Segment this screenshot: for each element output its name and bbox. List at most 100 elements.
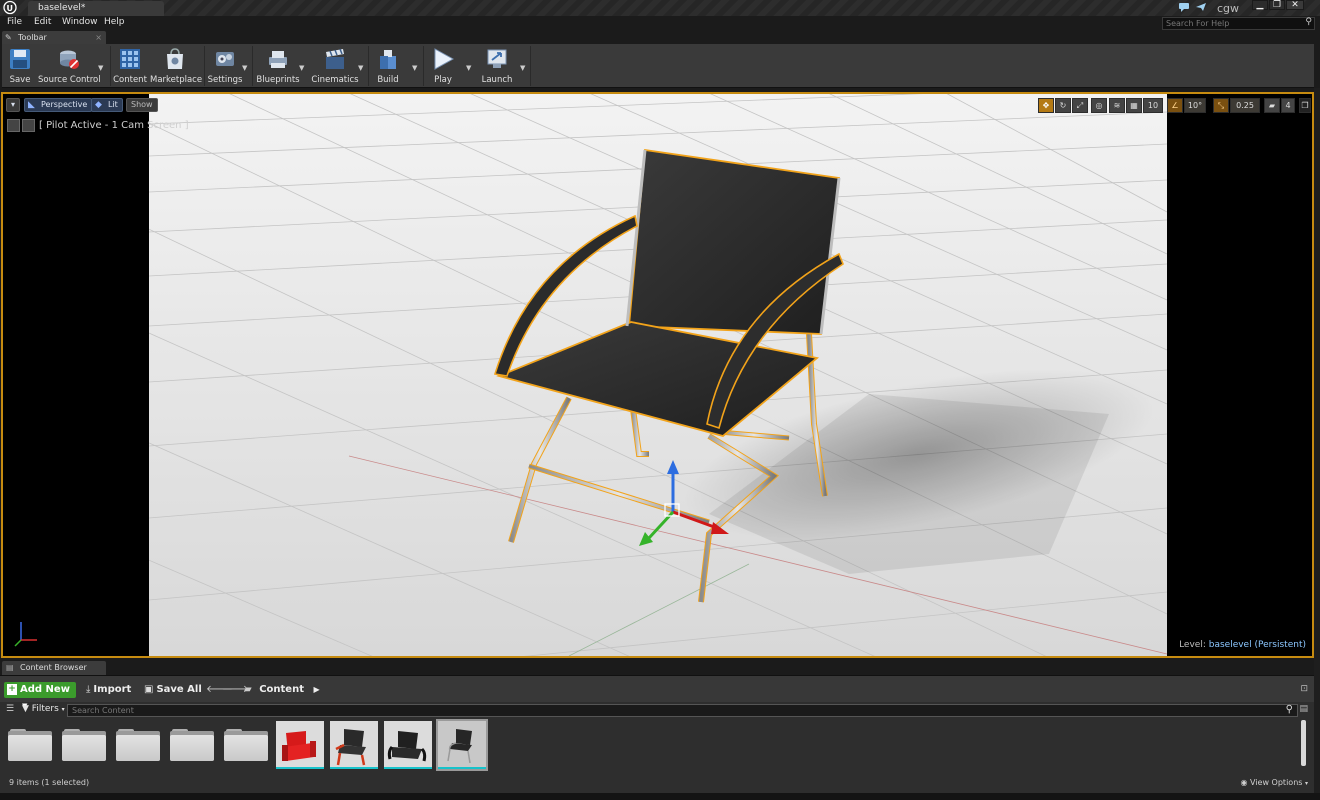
black-chair-red-frame-thumbnail[interactable] xyxy=(330,721,378,769)
path-chevron-icon: ▶ xyxy=(313,685,320,694)
eject-icon[interactable] xyxy=(7,119,20,132)
content-button[interactable]: Content xyxy=(113,44,147,88)
svg-text:U: U xyxy=(7,4,14,13)
folder-open-icon: ▰ xyxy=(244,684,252,695)
import-icon: ⤓ xyxy=(86,684,91,695)
view-options-button[interactable]: ◉ View Options ▾ xyxy=(1241,778,1309,787)
settings-button[interactable]: Settings xyxy=(206,44,244,88)
folder-item[interactable] xyxy=(62,729,106,761)
save-search-icon[interactable]: ▤ xyxy=(1299,704,1308,714)
launch-dropdown-icon[interactable]: ▼ xyxy=(520,64,528,72)
content-browser-tab[interactable]: ▤ Content Browser xyxy=(2,661,106,675)
lock-icon[interactable]: ⊡ xyxy=(1300,684,1308,694)
toolbar-tab-label: Toolbar xyxy=(18,33,47,42)
chat-icon[interactable] xyxy=(1178,2,1190,12)
menu-file[interactable]: File xyxy=(7,17,22,27)
red-chair-thumbnail[interactable] xyxy=(276,721,324,769)
help-search-input[interactable]: Search For Help ⚲ xyxy=(1162,17,1315,30)
save-icon xyxy=(10,49,30,69)
viewport-options-button[interactable]: ▾ xyxy=(6,98,20,112)
source-control-dropdown-icon[interactable]: ▼ xyxy=(98,64,106,72)
cinematics-dropdown-icon[interactable]: ▼ xyxy=(358,64,366,72)
cinematics-button[interactable]: Cinematics xyxy=(310,44,360,88)
document-tab[interactable]: baselevel* xyxy=(28,1,164,16)
minimize-button[interactable]: ▁ xyxy=(1252,0,1268,10)
build-dropdown-icon[interactable]: ▼ xyxy=(412,64,420,72)
feedback-icon[interactable] xyxy=(1195,2,1207,12)
search-icon: ⚲ xyxy=(1305,17,1312,27)
scale-snap-icon[interactable]: ⤡ xyxy=(1213,98,1229,113)
level-prefix: Level: xyxy=(1179,640,1206,650)
play-button[interactable]: Play xyxy=(426,44,460,88)
content-label: Content xyxy=(113,75,147,85)
world-space-icon[interactable]: ◎ xyxy=(1091,98,1107,113)
translate-tool-icon[interactable]: ✥ xyxy=(1038,98,1054,113)
build-button[interactable]: Build xyxy=(371,44,405,88)
tab-close-icon[interactable]: × xyxy=(95,31,102,44)
blueprints-label: Blueprints xyxy=(256,75,300,85)
bottom-status-strip xyxy=(0,793,1320,800)
forward-button[interactable]: 🡒 xyxy=(222,682,249,698)
folder-item[interactable] xyxy=(8,729,52,761)
camera-speed-value[interactable]: 4 xyxy=(1281,98,1295,113)
show-button[interactable]: Show xyxy=(126,98,158,112)
rotation-snap-value[interactable]: 10° xyxy=(1184,98,1206,113)
surface-snap-icon[interactable]: ≋ xyxy=(1109,98,1125,113)
build-icon xyxy=(380,50,396,69)
toolbar-tab[interactable]: ✎ Toolbar × xyxy=(2,31,106,44)
sources-panel-icon[interactable]: ☰ xyxy=(6,704,14,714)
lit-mode-button[interactable]: ◆ Lit xyxy=(91,98,123,112)
marketplace-button[interactable]: Marketplace xyxy=(150,44,202,88)
save-all-button[interactable]: ▣ Save All xyxy=(144,682,202,698)
content-search-input[interactable]: Search Content ⚲ xyxy=(67,704,1298,717)
marketplace-icon xyxy=(167,48,183,69)
blueprints-dropdown-icon[interactable]: ▼ xyxy=(299,64,307,72)
maximize-button[interactable]: ❐ xyxy=(1269,0,1285,10)
scale-snap-value[interactable]: 0.25 xyxy=(1230,98,1260,113)
camera-speed-icon[interactable]: ▰ xyxy=(1264,98,1280,113)
menu-window[interactable]: Window xyxy=(62,17,98,27)
chair-mesh-thumbnail[interactable] xyxy=(436,719,488,771)
grid-snap-value[interactable]: 10 xyxy=(1143,98,1163,113)
perspective-label: Perspective xyxy=(41,100,88,109)
blueprints-icon xyxy=(269,51,287,68)
launch-button[interactable]: Launch xyxy=(478,44,516,88)
launch-label: Launch xyxy=(481,75,513,85)
current-level-label: Level: baselevel (Persistent) xyxy=(1179,640,1306,650)
folder-item[interactable] xyxy=(116,729,160,761)
save-button[interactable]: Save xyxy=(4,44,36,88)
rotate-tool-icon[interactable]: ↻ xyxy=(1055,98,1071,113)
level-viewport[interactable]: ▾ ◣ Perspective ◆ Lit Show ✥ ↻ ⤢ ◎ ≋ ▦ 1… xyxy=(1,92,1314,658)
back-button[interactable]: 🡐 xyxy=(206,682,233,698)
camera-actor-icon[interactable] xyxy=(22,119,35,132)
lit-label: Lit xyxy=(108,100,118,109)
blueprints-button[interactable]: Blueprints xyxy=(255,44,301,88)
settings-dropdown-icon[interactable]: ▼ xyxy=(242,64,250,72)
perspective-button[interactable]: ◣ Perspective xyxy=(24,98,93,112)
cinematics-icon xyxy=(326,48,344,69)
maximize-viewport-icon[interactable]: ❐ xyxy=(1299,98,1311,113)
asset-count-status: 9 items (1 selected) xyxy=(9,778,90,787)
import-label: Import xyxy=(93,684,132,695)
asset-view-scrollbar[interactable] xyxy=(1301,720,1306,766)
rotation-snap-icon[interactable]: ∠ xyxy=(1167,98,1183,113)
settings-label: Settings xyxy=(207,75,243,85)
viewport-toolbar: ▾ ◣ Perspective ◆ Lit Show ✥ ↻ ⤢ ◎ ≋ ▦ 1… xyxy=(3,94,1312,116)
black-chair-thumbnail[interactable] xyxy=(384,721,432,769)
menu-edit[interactable]: Edit xyxy=(34,17,51,27)
filters-button[interactable]: ▼ Filters ▾ xyxy=(22,704,65,714)
add-new-button[interactable]: + Add New ▼ xyxy=(4,682,76,710)
grid-snap-icon[interactable]: ▦ xyxy=(1126,98,1142,113)
source-control-label: Source Control xyxy=(38,75,101,85)
scale-tool-icon[interactable]: ⤢ xyxy=(1072,98,1088,113)
viewport-scene[interactable] xyxy=(149,94,1167,656)
folder-item[interactable] xyxy=(224,729,268,761)
close-button[interactable]: ✕ xyxy=(1286,0,1304,10)
folder-item[interactable] xyxy=(170,729,214,761)
content-path-breadcrumb[interactable]: ▰ Content ▶ xyxy=(244,682,320,698)
menu-help[interactable]: Help xyxy=(104,17,125,27)
play-dropdown-icon[interactable]: ▼ xyxy=(466,64,474,72)
content-search-placeholder: Search Content xyxy=(72,706,134,715)
source-control-button[interactable]: Source Control xyxy=(38,44,101,88)
import-button[interactable]: ⤓ Import xyxy=(86,682,131,698)
